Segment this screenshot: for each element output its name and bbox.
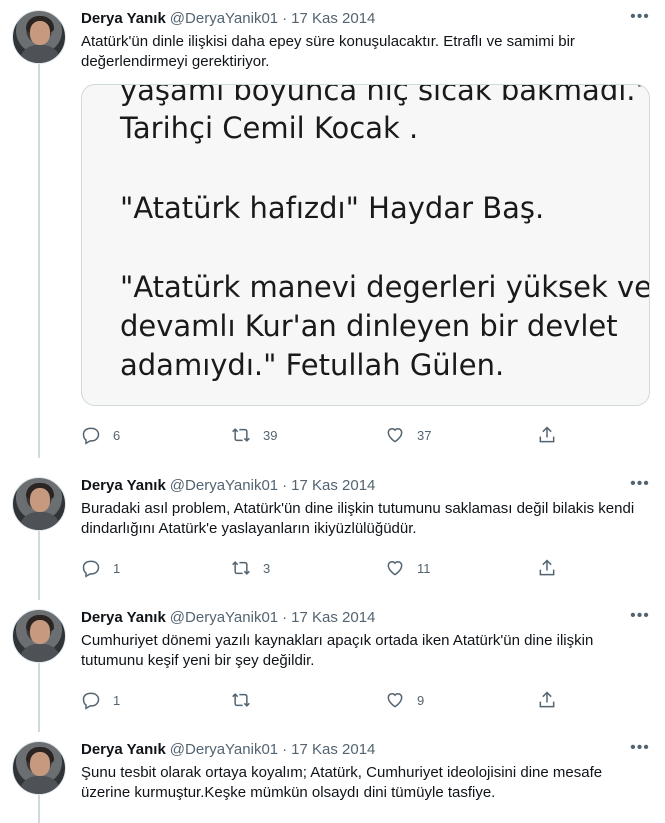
image-text-line: yaşamı boyunca hiç sıcak bakmadı." bbox=[120, 84, 649, 107]
tweet-text: Buradaki asıl problem, Atatürk'ün dine i… bbox=[81, 500, 635, 537]
heart-icon bbox=[387, 693, 403, 708]
reply-button[interactable]: 6 bbox=[81, 425, 120, 445]
share-button[interactable] bbox=[537, 690, 557, 710]
more-horizontal-icon[interactable]: ••• bbox=[629, 475, 651, 493]
tweet-date[interactable]: 17 Kas 2014 bbox=[291, 741, 375, 758]
separator: · bbox=[282, 9, 288, 27]
avatar[interactable] bbox=[12, 741, 66, 795]
share-icon bbox=[539, 426, 555, 443]
more-horizontal-icon[interactable]: ••• bbox=[629, 739, 651, 757]
heart-icon bbox=[387, 561, 403, 576]
reply-count: 1 bbox=[113, 560, 121, 576]
share-icon bbox=[539, 691, 555, 708]
heart-icon bbox=[387, 428, 403, 443]
tweet[interactable]: Derya Yanık @DeryaYanik01 · 17 Kas 2014 … bbox=[0, 0, 665, 460]
author-name[interactable]: Derya Yanık bbox=[81, 10, 166, 27]
image-text-line: devamlı Kur'an dinleyen bir devlet bbox=[120, 309, 618, 343]
retweet-count: 3 bbox=[263, 560, 271, 576]
image-text-line: adamıydı." Fetullah Gülen. bbox=[120, 348, 505, 382]
tweet[interactable]: Derya Yanık @DeryaYanik01 · 17 Kas 2014 … bbox=[0, 731, 665, 823]
author-name[interactable]: Derya Yanık bbox=[81, 609, 166, 626]
tweet[interactable]: Derya Yanık @DeryaYanik01 · 17 Kas 2014 … bbox=[0, 467, 665, 592]
reply-count: 6 bbox=[113, 427, 121, 443]
reply-icon bbox=[82, 560, 100, 578]
author-handle[interactable]: @DeryaYanik01 bbox=[170, 741, 278, 758]
reply-button[interactable]: 1 bbox=[81, 690, 120, 710]
author-name[interactable]: Derya Yanık bbox=[81, 477, 166, 494]
like-button[interactable]: 9 bbox=[385, 690, 424, 710]
image-text-line: "Atatürk manevi degerleri yüksek ve bbox=[120, 270, 650, 304]
retweet-count: 39 bbox=[263, 427, 278, 443]
like-count: 9 bbox=[417, 692, 425, 708]
reply-icon bbox=[82, 427, 100, 445]
separator: · bbox=[282, 476, 288, 494]
tweet-image[interactable]: yaşamı boyunca hiç sıcak bakmadı." Tarih… bbox=[81, 84, 650, 406]
tweet-date[interactable]: 17 Kas 2014 bbox=[291, 609, 375, 626]
separator: · bbox=[282, 740, 288, 758]
like-count: 37 bbox=[417, 427, 432, 443]
like-button[interactable]: 37 bbox=[385, 425, 431, 445]
share-button[interactable] bbox=[537, 425, 557, 445]
reply-count: 1 bbox=[113, 692, 121, 708]
retweet-icon bbox=[232, 428, 250, 442]
tweet-text: Atatürk'ün dinle ilişkisi daha epey süre… bbox=[81, 33, 575, 70]
more-horizontal-icon[interactable]: ••• bbox=[629, 8, 651, 26]
image-text-line: Tarihçi Cemil Kocak . bbox=[120, 111, 419, 145]
like-button[interactable]: 11 bbox=[385, 558, 431, 578]
tweet[interactable]: Derya Yanık @DeryaYanik01 · 17 Kas 2014 … bbox=[0, 599, 665, 724]
more-horizontal-icon[interactable]: ••• bbox=[629, 607, 651, 625]
tweet-date[interactable]: 17 Kas 2014 bbox=[291, 477, 375, 494]
retweet-button[interactable]: 3 bbox=[231, 558, 270, 578]
reply-icon bbox=[82, 692, 100, 710]
author-name[interactable]: Derya Yanık bbox=[81, 741, 166, 758]
image-text-line: "Atatürk hafızdı" Haydar Baş. bbox=[120, 191, 545, 225]
author-handle[interactable]: @DeryaYanik01 bbox=[170, 609, 278, 626]
tweet-text: Şunu tesbit olarak ortaya koyalım; Atatü… bbox=[81, 764, 603, 801]
retweet-button[interactable]: 39 bbox=[231, 425, 277, 445]
separator: · bbox=[282, 608, 288, 626]
tweet-text: Cumhuriyet dönemi yazılı kaynakları apaç… bbox=[81, 632, 594, 669]
avatar[interactable] bbox=[12, 10, 66, 64]
author-handle[interactable]: @DeryaYanik01 bbox=[170, 477, 278, 494]
author-handle[interactable]: @DeryaYanik01 bbox=[170, 10, 278, 27]
share-icon bbox=[539, 559, 555, 576]
retweet-icon bbox=[232, 561, 250, 575]
retweet-icon bbox=[232, 693, 250, 707]
reply-button[interactable]: 1 bbox=[81, 558, 120, 578]
like-count: 11 bbox=[417, 560, 431, 576]
retweet-button[interactable] bbox=[231, 690, 263, 710]
share-button[interactable] bbox=[537, 558, 557, 578]
avatar[interactable] bbox=[12, 477, 66, 531]
avatar[interactable] bbox=[12, 609, 66, 663]
tweet-date[interactable]: 17 Kas 2014 bbox=[291, 10, 375, 27]
